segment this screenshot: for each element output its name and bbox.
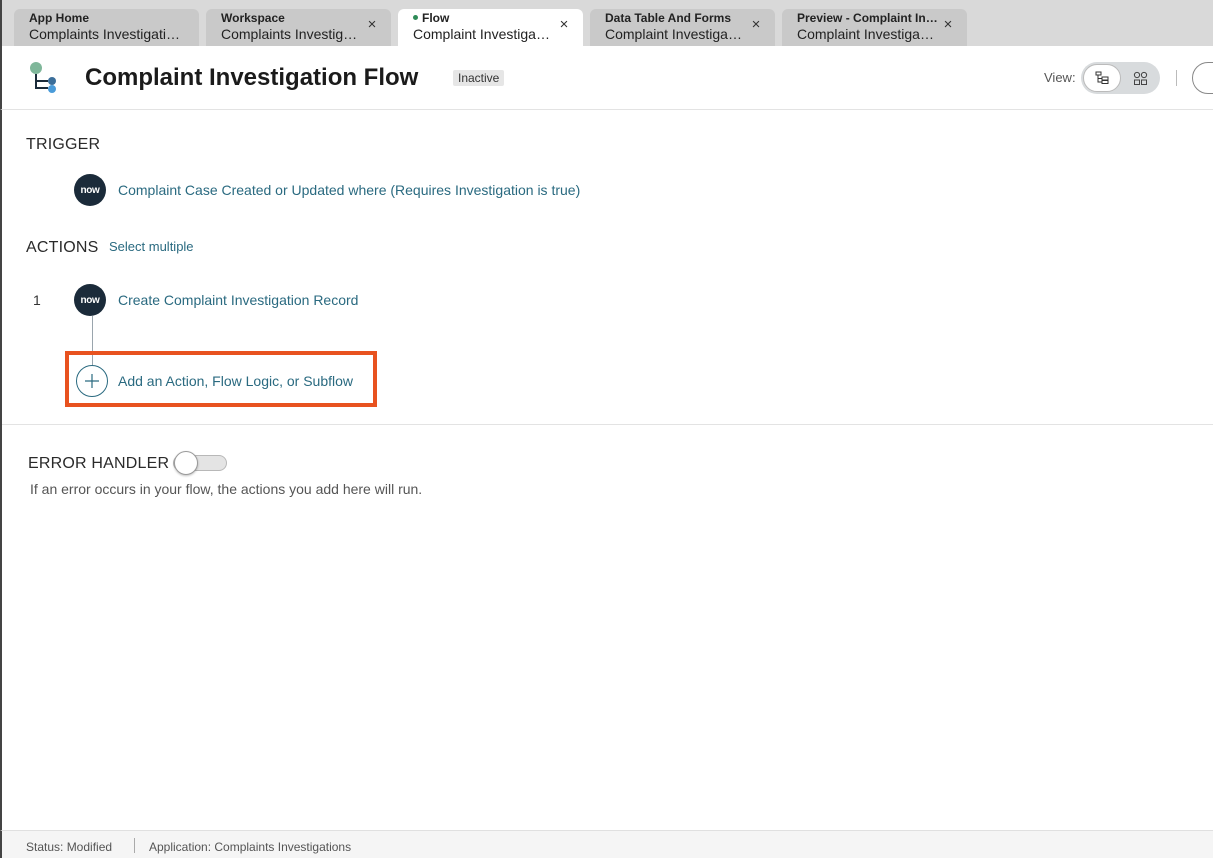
tab-title: Preview - Complaint In… [797, 11, 938, 25]
tab-preview[interactable]: Preview - Complaint In… Complaint Invest… [782, 9, 967, 46]
tab-subtitle: Complaint Investiga… [797, 26, 934, 42]
trigger-link[interactable]: Complaint Case Created or Updated where … [118, 182, 580, 198]
status-separator [134, 838, 135, 853]
close-icon[interactable]: × [749, 17, 763, 32]
tab-title-text: Flow [422, 11, 450, 25]
tab-flow[interactable]: Flow Complaint Investiga… × [398, 9, 583, 46]
section-divider [2, 424, 1213, 425]
tab-app-home[interactable]: App Home Complaints Investigati… [14, 9, 199, 46]
flow-canvas: TRIGGER now Complaint Case Created or Up… [0, 110, 1213, 830]
modified-dot-icon [413, 15, 418, 21]
tree-view-button[interactable] [1083, 64, 1121, 92]
tab-subtitle: Complaints Investigati… [29, 26, 180, 42]
select-multiple-link[interactable]: Select multiple [109, 239, 194, 254]
flow-tree-icon [30, 62, 56, 93]
now-logo-icon: now [74, 174, 106, 206]
plus-icon [85, 374, 99, 388]
error-handler-toggle[interactable] [173, 451, 227, 475]
status-bar: Status: Modified Application: Complaints… [0, 830, 1213, 858]
flow-header: Complaint Investigation Flow Inactive Vi… [0, 46, 1213, 110]
tab-subtitle: Complaints Investig… [221, 26, 358, 42]
step-number: 1 [33, 292, 41, 308]
close-icon[interactable]: × [365, 17, 379, 32]
tab-subtitle: Complaint Investiga… [413, 26, 550, 42]
action-step-link[interactable]: Create Complaint Investigation Record [118, 292, 358, 308]
trigger-heading: TRIGGER [26, 136, 101, 153]
application-text: Application: Complaints Investigations [149, 840, 352, 854]
flow-connector [92, 316, 93, 370]
close-icon[interactable]: × [557, 17, 571, 32]
tree-view-icon [1095, 71, 1109, 84]
toggle-knob [174, 451, 198, 475]
header-divider [1176, 70, 1177, 86]
tab-title: App Home [29, 11, 89, 25]
tab-data-table-forms[interactable]: Data Table And Forms Complaint Investiga… [590, 9, 775, 46]
tab-strip: App Home Complaints Investigati… Workspa… [0, 0, 1213, 46]
diagram-view-icon [1133, 71, 1147, 85]
tab-subtitle: Complaint Investiga… [605, 26, 742, 42]
close-icon[interactable]: × [941, 17, 955, 32]
add-action-link[interactable]: Add an Action, Flow Logic, or Subflow [118, 373, 353, 389]
page-title: Complaint Investigation Flow [85, 64, 419, 91]
header-action-button[interactable] [1192, 62, 1213, 94]
status-text: Status: Modified [26, 840, 113, 854]
add-action-button[interactable] [76, 365, 108, 397]
error-handler-heading: ERROR HANDLER [28, 455, 170, 472]
now-logo-icon: now [74, 284, 106, 316]
error-handler-helper: If an error occurs in your flow, the act… [30, 481, 423, 497]
status-badge: Inactive [453, 70, 505, 86]
actions-heading: ACTIONS [26, 239, 99, 256]
view-switcher [1081, 62, 1160, 94]
diagram-view-button[interactable] [1121, 64, 1159, 92]
view-label: View: [1044, 70, 1076, 85]
tab-workspace[interactable]: Workspace Complaints Investig… × [206, 9, 391, 46]
